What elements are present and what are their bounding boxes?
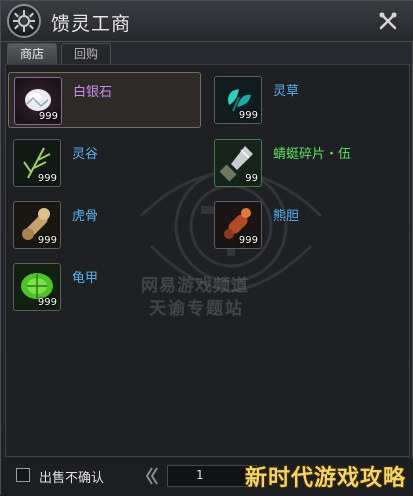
shop-item[interactable]: 999 灵谷	[8, 135, 201, 191]
item-quantity: 999	[238, 235, 258, 246]
tiger-bone-icon: 999	[13, 201, 61, 249]
bear-gall-icon: 999	[214, 201, 262, 249]
item-name: 蜻蜓碎片・伍	[273, 147, 352, 162]
gear-icon	[7, 4, 41, 38]
crossed-tools-icon	[379, 12, 397, 30]
shop-item[interactable]: 99 蜻蜓碎片・伍	[209, 135, 402, 191]
shop-item[interactable]: 999 虎骨	[8, 197, 201, 253]
page-indicator: 1	[167, 465, 257, 487]
bottom-bar: 出售不确认 1 新时代游戏攻略	[1, 459, 413, 496]
shop-item[interactable]: 999 熊胆	[209, 197, 402, 253]
item-name: 白银石	[73, 85, 113, 100]
shop-window: 馈灵工商 商店 回购 网易游戏频道 天谕专题站 999 白银石 999 灵草 9…	[0, 0, 413, 496]
title-bar: 馈灵工商	[1, 1, 413, 42]
page-number: 1	[196, 468, 204, 482]
sell-no-confirm-label: 出售不确认	[39, 471, 105, 486]
window-title: 馈灵工商	[51, 13, 132, 35]
site-watermark: 新时代游戏攻略	[244, 466, 406, 491]
item-quantity: 999	[238, 110, 258, 121]
item-name: 灵草	[273, 84, 300, 99]
silver-stone-icon: 999	[14, 77, 62, 125]
item-name: 熊胆	[273, 209, 300, 224]
tab-buyback[interactable]: 回购	[61, 43, 112, 64]
spirit-herb-icon: 999	[214, 76, 262, 124]
item-quantity: 999	[37, 297, 57, 308]
tab-shop[interactable]: 商店	[7, 43, 58, 64]
item-quantity: 999	[38, 111, 58, 122]
item-name: 虎骨	[72, 209, 99, 224]
dragonfly-fragment-icon: 99	[214, 139, 262, 187]
shop-item[interactable]: 999 灵草	[209, 72, 402, 128]
item-quantity: 99	[245, 173, 258, 184]
item-quantity: 999	[37, 173, 57, 184]
turtle-shell-icon: 999	[13, 263, 61, 311]
close-button[interactable]	[376, 9, 400, 33]
item-quantity: 999	[37, 235, 57, 246]
spirit-grain-icon: 999	[13, 139, 61, 187]
shop-item[interactable]: 999 龟甲	[8, 259, 201, 315]
item-name: 灵谷	[72, 147, 99, 162]
double-chevron-left-icon	[145, 467, 158, 485]
tab-bar: 商店 回购	[7, 43, 112, 65]
shop-item[interactable]: 999 白银石	[8, 72, 201, 128]
sell-no-confirm-checkbox[interactable]	[16, 468, 30, 482]
prev-page-button[interactable]	[143, 464, 161, 488]
item-name: 龟甲	[72, 271, 99, 286]
